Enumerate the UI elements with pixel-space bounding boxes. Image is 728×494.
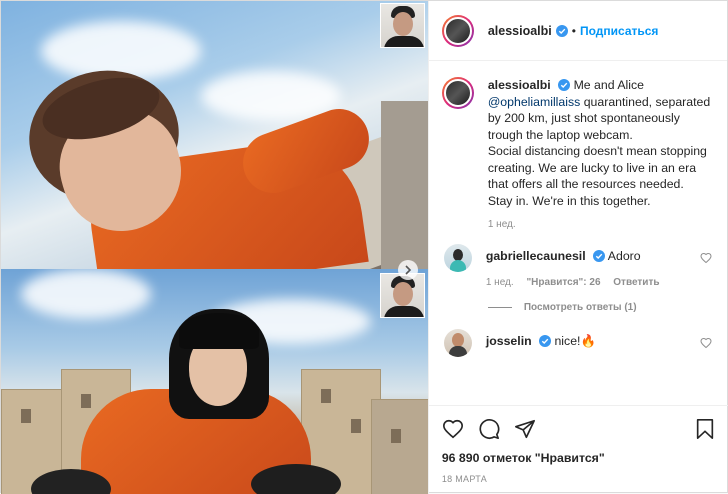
post-header: alessioalbi • Подписаться: [428, 1, 727, 61]
post-side-panel: alessioalbi • Подписаться alessioalbi Me…: [427, 1, 728, 494]
caption-paragraph-3: Stay in. We're in this together.: [487, 193, 651, 208]
heart-icon[interactable]: [442, 418, 464, 440]
comment-item: josselin nice!🔥: [442, 329, 716, 357]
comments-list[interactable]: alessioalbi Me and Alice @opheliamillais…: [429, 61, 728, 401]
comment-likes-count[interactable]: "Нравится": 26: [526, 277, 600, 288]
chevron-right-icon: [405, 265, 412, 275]
avatar[interactable]: [441, 14, 474, 47]
post-media[interactable]: [1, 1, 428, 494]
webcam-thumbnail-top: [380, 3, 425, 48]
caption-mention-link[interactable]: @opheliamillaiss: [488, 95, 580, 109]
follow-button[interactable]: Подписаться: [580, 24, 658, 38]
comment-username[interactable]: gabriellecaunesil: [486, 249, 586, 263]
verified-badge-icon: [558, 79, 571, 91]
caption-avatar[interactable]: [441, 77, 474, 109]
post-date[interactable]: 18 МАРТА: [442, 474, 716, 484]
instagram-post: alessioalbi • Подписаться alessioalbi Me…: [0, 0, 728, 494]
carousel-next-button[interactable]: [398, 260, 418, 280]
photo-top-frame: [1, 1, 428, 269]
view-replies-label: Посмотреть ответы (1): [523, 302, 637, 313]
webcam-thumbnail-bottom: [380, 273, 425, 318]
comment-text: Adoro: [607, 249, 641, 263]
caption-lead: Me and Alice: [573, 78, 644, 92]
heart-icon[interactable]: [700, 252, 712, 264]
comment-text: nice!🔥: [554, 334, 596, 348]
comment-reply-button[interactable]: Ответить: [613, 277, 659, 288]
comment-avatar[interactable]: [443, 329, 472, 357]
caption-username[interactable]: alessioalbi: [488, 78, 551, 92]
caption-timestamp[interactable]: 1 нед.: [488, 219, 716, 230]
comment-icon[interactable]: [478, 418, 500, 440]
heart-icon[interactable]: [700, 337, 712, 349]
caption-paragraph-2: Social distancing doesn't mean stopping …: [487, 144, 707, 191]
verified-badge-icon: [593, 250, 606, 262]
verified-badge-icon: [555, 24, 568, 37]
share-icon[interactable]: [514, 418, 536, 440]
bookmark-icon[interactable]: [694, 418, 716, 440]
comment-avatar[interactable]: [443, 244, 472, 272]
post-actions: 96 890 отметок "Нравится" 18 МАРТА: [428, 405, 728, 484]
comment-item: gabriellecaunesil Adoro 1 нед. "Нравится…: [442, 244, 716, 288]
likes-count[interactable]: 96 890 отметок "Нравится": [442, 451, 716, 465]
header-username[interactable]: alessioalbi: [488, 24, 552, 38]
view-replies-button[interactable]: Посмотреть ответы (1): [487, 302, 716, 313]
verified-badge-icon: [539, 335, 552, 347]
photo-bottom-frame: [1, 269, 428, 494]
post-caption: alessioalbi Me and Alice @opheliamillais…: [441, 77, 716, 230]
header-separator: •: [571, 23, 576, 38]
comment-timestamp[interactable]: 1 нед.: [486, 277, 514, 288]
comment-username[interactable]: josselin: [486, 334, 532, 348]
